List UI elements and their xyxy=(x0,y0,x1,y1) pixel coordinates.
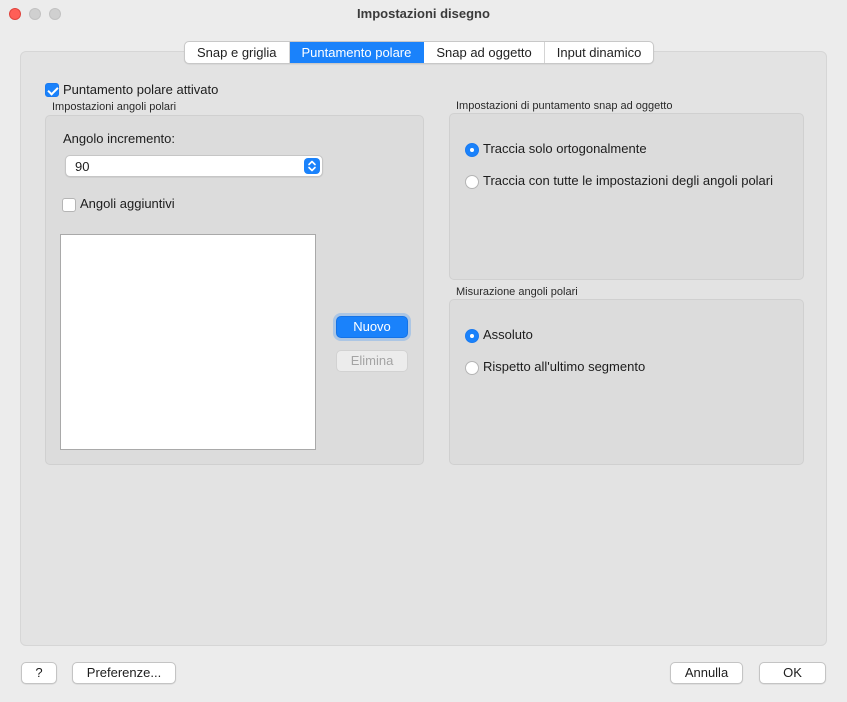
absolute-radio[interactable] xyxy=(465,329,479,343)
additional-angles-label: Angoli aggiuntivi xyxy=(80,196,175,211)
select-arrows-icon xyxy=(304,158,320,174)
object-snap-tracking-group xyxy=(449,113,804,280)
increment-angle-value: 90 xyxy=(75,159,90,174)
track-all-polar-label: Traccia con tutte le impostazioni degli … xyxy=(483,173,774,188)
preferences-button[interactable]: Preferenze... xyxy=(72,662,176,684)
additional-angles-list[interactable] xyxy=(60,234,316,450)
polar-measurement-group xyxy=(449,299,804,465)
title-bar: Impostazioni disegno xyxy=(0,0,847,28)
ok-button[interactable]: OK xyxy=(759,662,826,684)
relative-last-segment-radio[interactable] xyxy=(465,361,479,375)
tab-snap-grid[interactable]: Snap e griglia xyxy=(185,42,290,63)
increment-angle-label: Angolo incremento: xyxy=(63,131,176,146)
polar-tracking-label: Puntamento polare attivato xyxy=(63,82,219,97)
tab-object-snap[interactable]: Snap ad oggetto xyxy=(424,42,545,63)
tab-bar: Snap e griglia Puntamento polare Snap ad… xyxy=(184,41,655,64)
window-title: Impostazioni disegno xyxy=(357,6,490,21)
relative-last-segment-label: Rispetto all'ultimo segmento xyxy=(483,359,646,374)
absolute-label: Assoluto xyxy=(483,327,533,342)
tab-dynamic-input[interactable]: Input dinamico xyxy=(545,42,654,63)
polar-tracking-checkbox[interactable] xyxy=(45,83,59,97)
track-orthogonal-radio[interactable] xyxy=(465,143,479,157)
polar-angle-settings-heading: Impostazioni angoli polari xyxy=(52,101,177,113)
help-button[interactable]: ? xyxy=(21,662,57,684)
dialog-window: Impostazioni disegno Snap e griglia Punt… xyxy=(0,0,847,702)
track-orthogonal-label: Traccia solo ortogonalmente xyxy=(483,141,647,156)
new-angle-button[interactable]: Nuovo xyxy=(336,316,408,338)
cancel-button[interactable]: Annulla xyxy=(670,662,743,684)
additional-angles-checkbox[interactable] xyxy=(62,198,76,212)
track-all-polar-radio[interactable] xyxy=(465,175,479,189)
polar-measurement-heading: Misurazione angoli polari xyxy=(456,286,578,298)
increment-angle-select[interactable]: 90 xyxy=(65,155,323,177)
object-snap-tracking-heading: Impostazioni di puntamento snap ad ogget… xyxy=(456,100,673,112)
tab-polar-tracking[interactable]: Puntamento polare xyxy=(289,42,425,63)
delete-angle-button[interactable]: Elimina xyxy=(336,350,408,372)
